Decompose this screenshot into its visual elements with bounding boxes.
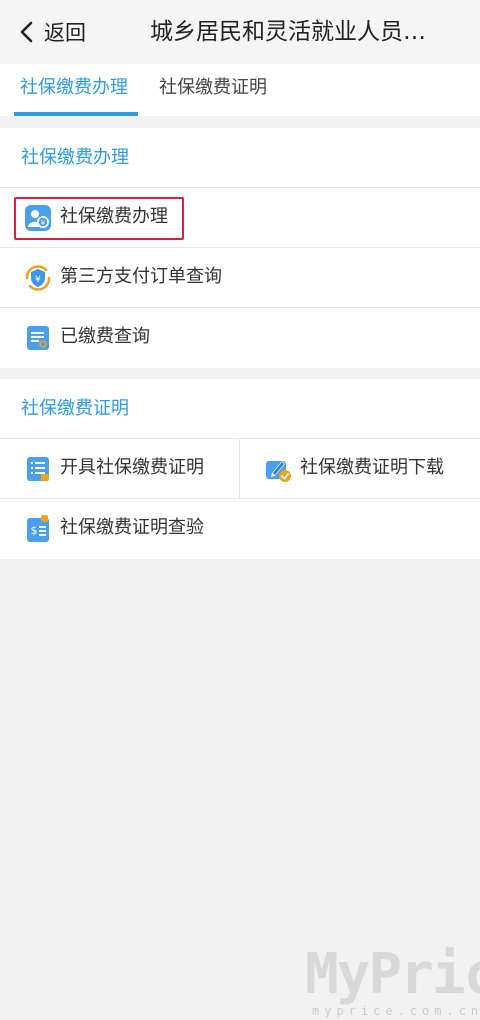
download-certificate-label: 社保缴费证明下载: [300, 457, 444, 478]
page-title: 城乡居民和灵活就业人员…: [150, 19, 426, 45]
top-bar: 返回 城乡居民和灵活就业人员…: [0, 0, 480, 64]
tab-certificate[interactable]: 社保缴费证明: [159, 64, 267, 116]
download-certificate-item[interactable]: 社保缴费证明下载: [240, 439, 480, 499]
issue-certificate-item[interactable]: 开具社保缴费证明: [0, 439, 240, 499]
paid-query-item[interactable]: 已缴费查询: [0, 308, 480, 368]
svg-text:$: $: [31, 524, 38, 537]
chevron-left-icon: [20, 21, 33, 43]
verify-certificate-label: 社保缴费证明查验: [60, 517, 204, 538]
third-party-order-query-item[interactable]: ¥ 第三方支付订单查询: [0, 248, 480, 308]
section-payment-title: 社保缴费办理: [0, 128, 480, 188]
section-payment: 社保缴费办理 ¥ 社保缴费办理 ¥ 第三方支付订单查询 已缴费查询: [0, 128, 480, 368]
highlight-box: [14, 197, 184, 240]
back-button[interactable]: 返回: [18, 16, 86, 48]
tab-bar: 社保缴费办理 社保缴费证明: [0, 64, 480, 116]
svg-text:¥: ¥: [35, 275, 41, 285]
active-tab-indicator: [14, 112, 138, 116]
verify-certificate-item[interactable]: $ 社保缴费证明查验: [0, 499, 480, 559]
section-certificate: 社保缴费证明 开具社保缴费证明 社保缴费证明下载 $ 社保缴费证明查验: [0, 379, 480, 559]
tab-payment[interactable]: 社保缴费办理: [20, 64, 128, 116]
watermark-url: myprice.com.cn: [312, 1004, 480, 1018]
section-certificate-title: 社保缴费证明: [0, 379, 480, 439]
list-document-icon: [27, 457, 49, 481]
issue-certificate-label: 开具社保缴费证明: [60, 457, 204, 478]
third-party-order-query-label: 第三方支付订单查询: [60, 266, 222, 287]
paid-query-label: 已缴费查询: [60, 326, 150, 347]
edit-download-icon: [266, 461, 291, 482]
shield-yen-icon: ¥: [25, 265, 51, 291]
dollar-document-icon: $: [27, 515, 49, 542]
back-label: 返回: [44, 21, 86, 45]
watermark-brand: MyPrice: [305, 942, 480, 1007]
document-search-icon: [27, 326, 49, 350]
